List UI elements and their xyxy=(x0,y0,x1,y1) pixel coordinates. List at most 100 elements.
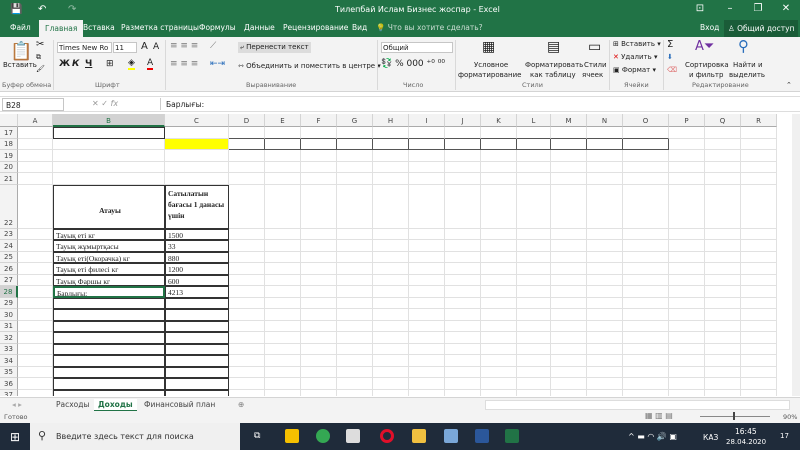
zoom-slider[interactable] xyxy=(700,416,770,417)
cell[interactable] xyxy=(517,240,551,252)
cell[interactable] xyxy=(445,228,481,240)
cell[interactable] xyxy=(517,378,551,390)
item-name-cell[interactable]: Тауық жұмыртқасы xyxy=(53,240,165,252)
cell[interactable] xyxy=(445,343,481,355)
conditional-formatting-label1[interactable]: Условное xyxy=(474,61,508,69)
cell[interactable] xyxy=(337,138,373,150)
cell[interactable] xyxy=(741,378,777,390)
cell[interactable] xyxy=(409,332,445,344)
cell[interactable] xyxy=(337,127,373,139)
cell[interactable] xyxy=(551,297,587,309)
cell[interactable] xyxy=(53,297,165,309)
cell[interactable] xyxy=(741,251,777,263)
cell[interactable] xyxy=(623,173,669,185)
cell[interactable] xyxy=(741,127,777,139)
cell[interactable] xyxy=(301,263,337,275)
cell[interactable] xyxy=(265,240,301,252)
cell[interactable] xyxy=(229,389,265,396)
cell[interactable] xyxy=(301,355,337,367)
cell[interactable] xyxy=(551,378,587,390)
cell[interactable] xyxy=(517,161,551,173)
cell[interactable] xyxy=(373,150,409,162)
cell[interactable] xyxy=(265,127,301,139)
cell[interactable] xyxy=(409,274,445,286)
zoom-level[interactable]: 90% xyxy=(783,413,797,421)
cell[interactable] xyxy=(587,251,623,263)
cell[interactable] xyxy=(229,251,265,263)
cell[interactable] xyxy=(551,240,587,252)
cell[interactable] xyxy=(517,138,551,150)
cell[interactable] xyxy=(53,161,165,173)
cell[interactable] xyxy=(517,366,551,378)
add-sheet-icon[interactable]: ⊕ xyxy=(234,399,248,410)
cell[interactable] xyxy=(445,297,481,309)
cell[interactable] xyxy=(705,309,741,321)
cell[interactable] xyxy=(229,343,265,355)
cell[interactable] xyxy=(741,161,777,173)
cell[interactable] xyxy=(705,274,741,286)
cell[interactable] xyxy=(705,251,741,263)
cell[interactable] xyxy=(337,297,373,309)
cell[interactable] xyxy=(741,240,777,252)
cell[interactable] xyxy=(705,297,741,309)
cell[interactable] xyxy=(18,150,53,162)
cell[interactable] xyxy=(409,320,445,332)
cell[interactable] xyxy=(337,366,373,378)
cell[interactable] xyxy=(301,332,337,344)
column-header[interactable]: A xyxy=(18,114,53,127)
cell[interactable] xyxy=(373,320,409,332)
format-as-table-label2[interactable]: как таблицу xyxy=(530,71,576,79)
cell[interactable] xyxy=(165,389,229,396)
cell[interactable] xyxy=(481,161,517,173)
cell[interactable] xyxy=(741,320,777,332)
cell[interactable] xyxy=(481,286,517,298)
cell[interactable] xyxy=(301,228,337,240)
cell[interactable] xyxy=(18,286,53,298)
cell[interactable] xyxy=(741,173,777,185)
cell[interactable] xyxy=(623,251,669,263)
cell[interactable] xyxy=(445,366,481,378)
cell[interactable] xyxy=(669,309,705,321)
cell[interactable] xyxy=(337,251,373,263)
cell[interactable] xyxy=(265,286,301,298)
cell[interactable] xyxy=(669,389,705,396)
cell[interactable] xyxy=(165,138,229,150)
cell[interactable] xyxy=(623,343,669,355)
cell[interactable] xyxy=(165,127,229,139)
cell[interactable] xyxy=(445,251,481,263)
row-header[interactable]: 27 xyxy=(0,274,18,286)
format-as-table-label1[interactable]: Форматировать xyxy=(525,61,583,69)
cell[interactable] xyxy=(373,263,409,275)
cell[interactable] xyxy=(623,297,669,309)
cell[interactable] xyxy=(337,320,373,332)
opera-icon[interactable] xyxy=(380,429,394,443)
cell[interactable] xyxy=(551,274,587,286)
cell[interactable] xyxy=(517,228,551,240)
cell[interactable] xyxy=(587,343,623,355)
notifications-badge[interactable]: 17 xyxy=(780,432,789,440)
cell[interactable] xyxy=(445,309,481,321)
cell[interactable] xyxy=(265,366,301,378)
cell[interactable] xyxy=(337,274,373,286)
cell[interactable] xyxy=(229,355,265,367)
cell[interactable] xyxy=(517,355,551,367)
cell[interactable] xyxy=(301,286,337,298)
row-header[interactable]: 33 xyxy=(0,343,18,355)
decrease-font-icon[interactable]: A xyxy=(153,42,159,52)
cell[interactable] xyxy=(551,251,587,263)
cell[interactable] xyxy=(669,286,705,298)
cell[interactable] xyxy=(623,389,669,396)
cell[interactable] xyxy=(741,343,777,355)
cell[interactable] xyxy=(481,389,517,396)
cell[interactable] xyxy=(623,366,669,378)
cell[interactable] xyxy=(669,320,705,332)
cell[interactable] xyxy=(587,355,623,367)
cell[interactable] xyxy=(18,378,53,390)
cell[interactable] xyxy=(517,184,551,229)
cell[interactable] xyxy=(741,263,777,275)
cell[interactable] xyxy=(53,355,165,367)
cell[interactable] xyxy=(373,138,409,150)
cell[interactable] xyxy=(373,389,409,396)
cell[interactable] xyxy=(229,150,265,162)
cell[interactable] xyxy=(165,161,229,173)
